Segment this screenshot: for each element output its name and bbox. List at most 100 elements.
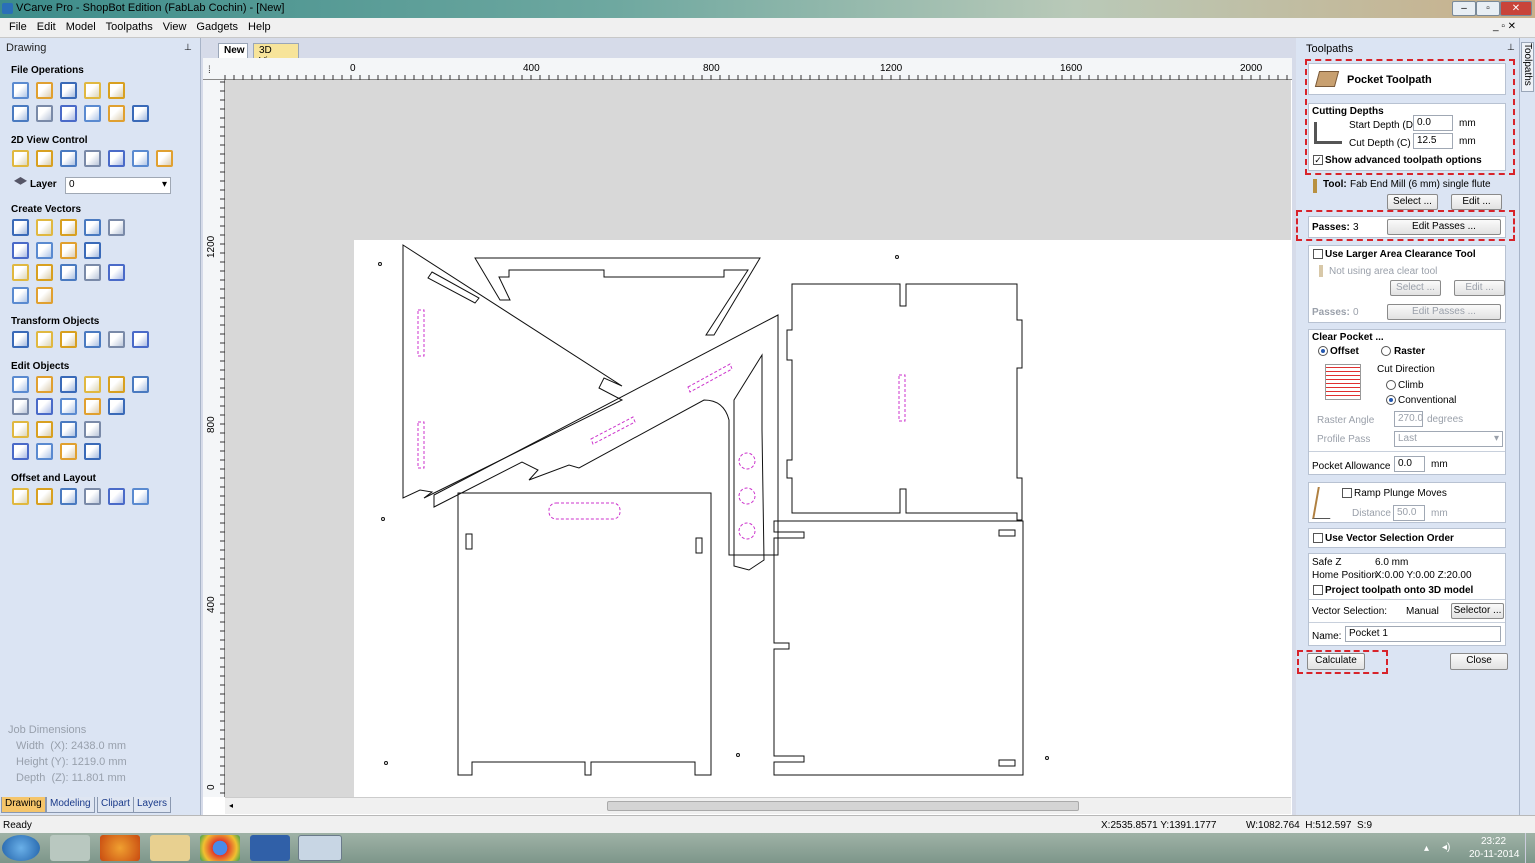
larger-area-checkbox[interactable] (1313, 249, 1323, 259)
node-edit-icon[interactable] (36, 376, 53, 393)
star-icon[interactable] (108, 219, 125, 236)
zoom-icon[interactable] (36, 150, 53, 167)
ungroup-icon[interactable] (108, 376, 125, 393)
text-icon[interactable] (12, 264, 29, 281)
trim-icon[interactable] (132, 376, 149, 393)
ramp-checkbox[interactable] (1342, 488, 1352, 498)
vcarve-taskbar-icon[interactable] (298, 835, 342, 861)
menu-edit[interactable]: Edit (32, 18, 61, 33)
maximize-button[interactable]: ▫ (1476, 1, 1500, 16)
taskbar-app-1[interactable] (50, 835, 90, 861)
chrome-icon[interactable] (200, 835, 240, 861)
weld-icon[interactable] (12, 398, 29, 415)
nest-icon[interactable] (108, 488, 125, 505)
zoom-fit-icon[interactable] (60, 150, 77, 167)
explorer-icon[interactable] (150, 835, 190, 861)
area-tool-select-button[interactable]: Select ... (1390, 280, 1441, 296)
text-arc-icon[interactable] (84, 264, 101, 281)
array-icon[interactable] (36, 488, 53, 505)
menu-model[interactable]: Model (61, 18, 101, 33)
interactive-icon[interactable] (60, 376, 77, 393)
tab-modeling[interactable]: Modeling (46, 797, 95, 813)
extend-icon[interactable] (84, 421, 101, 438)
open-folder-icon[interactable] (84, 82, 101, 99)
circular-copy-icon[interactable] (60, 488, 77, 505)
show-desktop-button[interactable] (1525, 833, 1535, 863)
close-button[interactable]: Close (1450, 653, 1508, 670)
spiral-alt-icon[interactable] (84, 242, 101, 259)
vector-drawing[interactable] (354, 240, 1291, 797)
pan-icon[interactable] (12, 150, 29, 167)
menu-file[interactable]: File (4, 18, 32, 33)
paste-icon[interactable] (84, 105, 101, 122)
profile-pass-select[interactable]: Last ▾ (1394, 431, 1503, 447)
pin-icon[interactable]: ⊥ (1507, 42, 1515, 53)
view-next-icon[interactable] (156, 150, 173, 167)
project-checkbox[interactable] (1313, 585, 1323, 595)
scale-icon[interactable] (36, 331, 53, 348)
polygon-icon[interactable] (84, 219, 101, 236)
close-vector-icon[interactable] (36, 421, 53, 438)
tab-new[interactable]: New (218, 43, 248, 58)
taskbar-app-5[interactable] (250, 835, 290, 861)
close-window-button[interactable]: ✕ (1500, 1, 1532, 16)
offset-icon[interactable] (12, 488, 29, 505)
center-icon[interactable] (132, 331, 149, 348)
bracket-left-icon[interactable] (36, 443, 53, 460)
mdi-controls[interactable]: _ ▫ ✕ (1493, 21, 1516, 32)
path-copy-icon[interactable] (84, 488, 101, 505)
draw-tool-icon[interactable] (12, 287, 29, 304)
curve-icon[interactable] (36, 242, 53, 259)
tab-drawing[interactable]: Drawing (1, 797, 46, 813)
text-curve-icon[interactable] (60, 264, 77, 281)
ellipse-icon[interactable] (36, 219, 53, 236)
save-file-icon[interactable] (60, 82, 77, 99)
polyline-icon[interactable] (12, 242, 29, 259)
tool-select-button[interactable]: Select ... (1387, 194, 1438, 210)
area-tool-edit-button[interactable]: Edit ... (1454, 280, 1505, 296)
scissors-icon[interactable] (108, 398, 125, 415)
bracket-right-icon[interactable] (60, 443, 77, 460)
distance-input[interactable]: 50.0 (1393, 505, 1425, 521)
text-frame-icon[interactable] (36, 264, 53, 281)
spiral-icon[interactable] (60, 242, 77, 259)
view-split-icon[interactable] (108, 150, 125, 167)
tray-arrow-icon[interactable]: ▴ (1424, 843, 1429, 854)
zoom-select-icon[interactable] (84, 150, 101, 167)
edit-passes2-button[interactable]: Edit Passes ... (1387, 304, 1501, 320)
minimize-button[interactable]: – (1452, 1, 1476, 16)
menu-help[interactable]: Help (243, 18, 276, 33)
scrollbar-thumb[interactable] (607, 801, 1079, 811)
volume-icon[interactable]: ◂) (1442, 842, 1450, 853)
offset-radio[interactable] (1318, 346, 1328, 356)
tool-edit-button[interactable]: Edit ... (1451, 194, 1502, 210)
mirror-icon[interactable] (84, 331, 101, 348)
menu-gadgets[interactable]: Gadgets (191, 18, 243, 33)
fillet-icon[interactable] (84, 398, 101, 415)
join-icon[interactable] (12, 421, 29, 438)
scroll-left-icon[interactable]: ◂ (229, 801, 233, 810)
text-dims-icon[interactable] (108, 264, 125, 281)
undo-icon[interactable] (108, 105, 125, 122)
select-icon[interactable] (12, 376, 29, 393)
conventional-radio[interactable] (1386, 395, 1396, 405)
tab-clipart[interactable]: Clipart (97, 797, 134, 813)
selector-button[interactable]: Selector ... (1451, 603, 1504, 619)
intersect-icon[interactable] (60, 398, 77, 415)
distort-icon[interactable] (108, 331, 125, 348)
start-button[interactable] (2, 835, 40, 861)
curve-fit-icon[interactable] (60, 421, 77, 438)
bracket-double-icon[interactable] (84, 443, 101, 460)
view-tile-icon[interactable] (132, 150, 149, 167)
rectangle-icon[interactable] (60, 219, 77, 236)
copy-icon[interactable] (60, 105, 77, 122)
layout-icon[interactable] (132, 488, 149, 505)
name-input[interactable]: Pocket 1 (1345, 626, 1501, 642)
circle-icon[interactable] (12, 219, 29, 236)
import-icon[interactable] (108, 82, 125, 99)
new-file-icon[interactable] (12, 82, 29, 99)
raster-radio[interactable] (1381, 346, 1391, 356)
menu-view[interactable]: View (158, 18, 192, 33)
menu-toolpaths[interactable]: Toolpaths (101, 18, 158, 33)
layer-select[interactable]: 0 ▾ (65, 177, 171, 194)
